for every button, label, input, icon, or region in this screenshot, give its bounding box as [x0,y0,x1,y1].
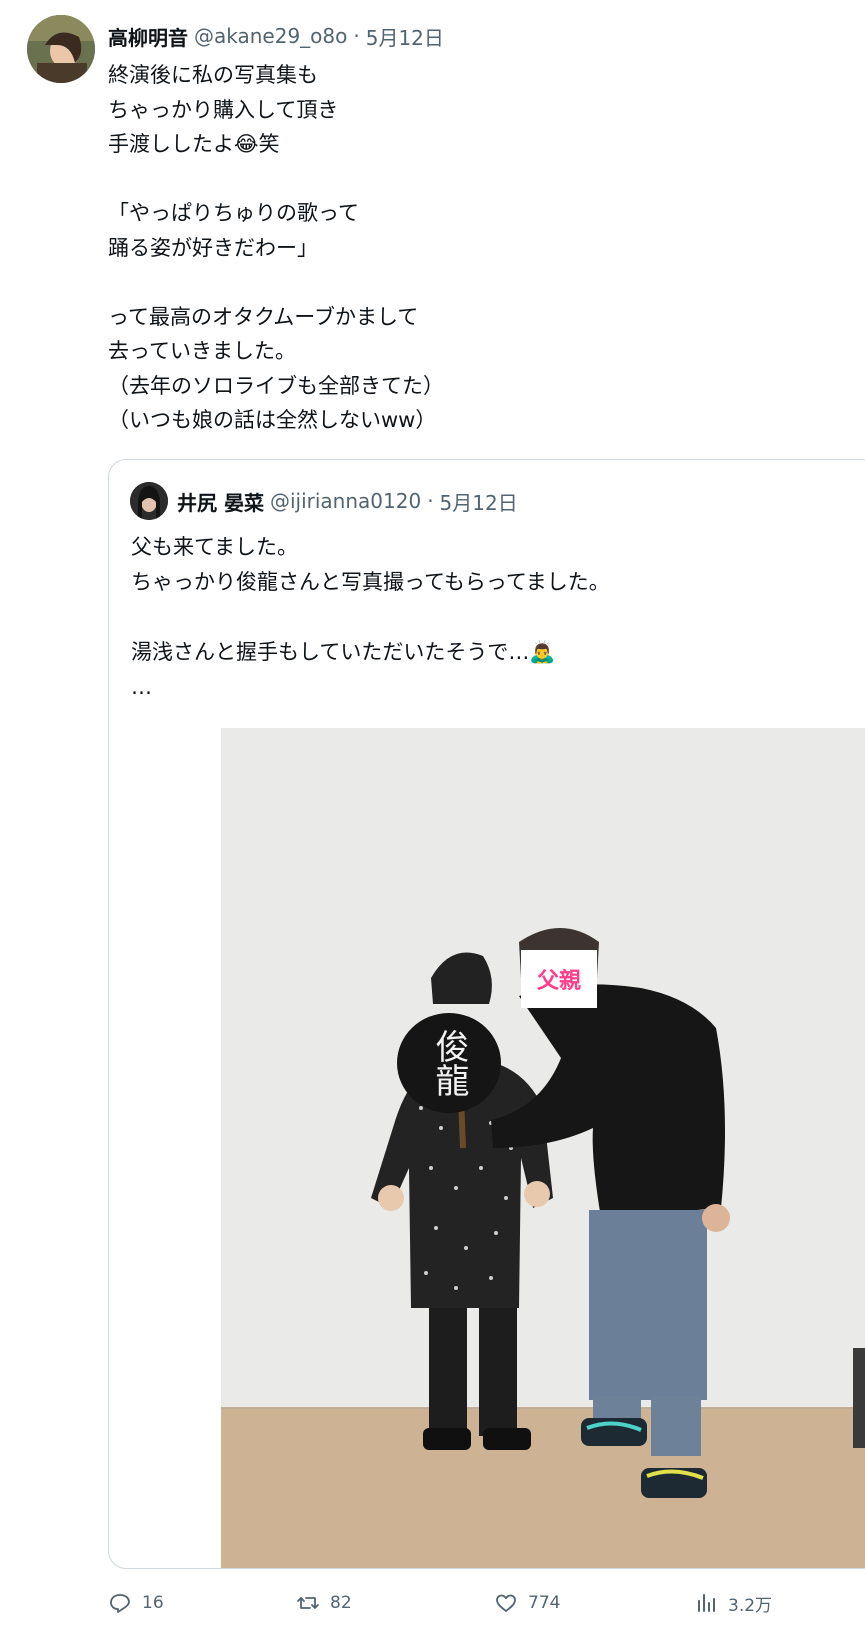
header-separator: · [353,24,360,48]
retweet-icon [297,1597,319,1609]
tweet-action-bar: 16 82 774 3.2万 [108,1586,828,1620]
reply-icon [110,1594,130,1613]
quoted-text: 父も来てました。 ちゃっかり俊龍さんと写真撮ってもらってました。 湯浅さんと握手… [131,535,610,699]
tweet-date[interactable]: 5月12日 [366,22,444,51]
retweet-count: 82 [330,1593,352,1613]
quoted-date[interactable]: 5月12日 [440,487,518,516]
face-label: 父親 [537,969,581,994]
fan-text: 俊龍 [429,1029,469,1097]
reply-button[interactable]: 16 [108,1586,164,1620]
like-button[interactable]: 774 [494,1586,560,1620]
quoted-photo[interactable]: 俊龍 父親 [221,728,865,1568]
author-avatar[interactable] [27,15,95,83]
quoted-header: 井尻 晏菜 @ijirianna0120 · 5月12日 [177,486,518,516]
quoted-tweet-card[interactable]: 井尻 晏菜 @ijirianna0120 · 5月12日 父も来てました。 ちゃ… [108,459,865,1569]
views-count: 3.2万 [728,1595,773,1616]
quoted-separator: · [427,489,434,513]
avatar-image [27,15,95,83]
quoted-handle[interactable]: @ijirianna0120 [270,489,421,513]
like-count: 774 [528,1593,561,1613]
tweet-header: 高柳明音 @akane29_o8o · 5月12日 [108,22,444,50]
views-icon [698,1594,715,1612]
tweet-text: 終演後に私の写真集も ちゃっかり購入して頂き 手渡ししたよ😂笑 「やっぱりちゅり… [108,63,444,432]
author-handle[interactable]: @akane29_o8o [194,24,347,48]
quoted-avatar-image [130,482,168,520]
heart-icon [496,1594,516,1612]
reply-count: 16 [142,1593,164,1613]
retweet-button[interactable]: 82 [296,1586,352,1620]
views-button[interactable]: 3.2万 [694,1586,772,1620]
quoted-author-name[interactable]: 井尻 晏菜 [177,487,264,516]
author-name[interactable]: 高柳明音 [108,22,188,51]
quoted-author-avatar[interactable] [130,482,168,520]
